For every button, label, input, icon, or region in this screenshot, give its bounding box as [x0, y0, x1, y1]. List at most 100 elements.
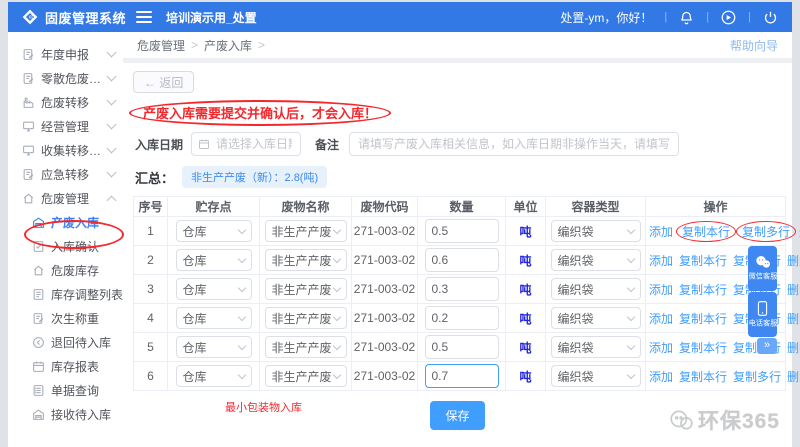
hamburger-menu-icon[interactable] — [136, 8, 152, 26]
waste-code: 271-003-02 — [351, 274, 418, 304]
storage-select[interactable]: 仓库 — [175, 336, 252, 358]
container-type-select[interactable]: 编织袋 — [550, 249, 641, 271]
action-复制本行-link[interactable]: 复制本行 — [679, 254, 727, 268]
sidebar-item-1[interactable]: 零散危废收集填报 — [8, 66, 123, 90]
top-bar: 固废管理系统 培训演示用_处置 处置-ym，你好！ | | | — [8, 2, 792, 32]
monitor-icon — [23, 121, 34, 131]
quantity-input[interactable] — [424, 277, 499, 301]
table-row: 6 仓库非生产产废271-003-02 吨编织袋添加复制本行复制多行删除 — [133, 361, 800, 391]
sidebar-subitem-6[interactable]: 库存报表 — [8, 354, 123, 378]
action-复制多行-link[interactable]: 复制多行 — [742, 225, 790, 239]
container-type-select[interactable]: 编织袋 — [550, 278, 641, 300]
action-添加-link[interactable]: 添加 — [649, 341, 673, 355]
wechat-service-button[interactable]: 微信客服 — [748, 246, 777, 291]
app-title: 固废管理系统 — [44, 10, 126, 26]
action-复制本行-link[interactable]: 复制本行 — [679, 283, 727, 297]
workspace-tab[interactable]: 培训演示用_处置 — [166, 9, 257, 26]
container-type-select[interactable]: 编织袋 — [550, 336, 641, 358]
sidebar-subitem-4[interactable]: 次生称重 — [8, 306, 123, 330]
action-复制多行-link[interactable]: 复制多行 — [733, 370, 781, 384]
save-button[interactable]: 保存 — [430, 401, 485, 430]
column-header: 数量 — [417, 196, 506, 217]
sidebar-subitem-7[interactable]: 单据查询 — [8, 378, 123, 402]
quantity-input[interactable] — [424, 335, 499, 359]
action-复制本行-link[interactable]: 复制本行 — [679, 312, 727, 326]
sidebar-subitem-5[interactable]: 退回待入库 — [8, 330, 123, 354]
quantity-input[interactable] — [424, 364, 499, 388]
doc-edit-icon — [23, 72, 34, 84]
table-row: 1 仓库非生产产废271-003-02 吨编织袋添加复制本行复制多行删除 — [133, 216, 800, 246]
action-复制本行-link[interactable]: 复制本行 — [679, 341, 727, 355]
storage-select[interactable]: 仓库 — [175, 307, 252, 329]
sidebar-item-0[interactable]: 年度申报 — [8, 42, 123, 66]
sidebar-subitem-8[interactable]: 接收待入库 — [8, 402, 123, 426]
storage-select[interactable]: 仓库 — [175, 249, 252, 271]
waste-name-select[interactable]: 非生产产废 — [264, 365, 347, 387]
quantity-input[interactable] — [424, 219, 499, 243]
action-删除-link[interactable]: 删除 — [787, 312, 800, 326]
waste-code: 271-003-02 — [351, 216, 418, 246]
remark-input[interactable] — [349, 132, 680, 156]
storage-select[interactable]: 仓库 — [175, 220, 252, 242]
watermark: 环保365 — [668, 405, 780, 435]
quantity-input[interactable] — [424, 306, 499, 330]
waste-code: 271-003-02 — [351, 361, 418, 391]
action-删除-link[interactable]: 删除 — [787, 283, 800, 297]
chevron-down-icon — [626, 341, 635, 350]
sidebar-subitem-0[interactable]: 产废入库 — [8, 210, 123, 234]
quantity-input[interactable] — [424, 248, 499, 272]
row-actions: 添加复制本行复制多行删除 — [645, 361, 800, 391]
waste-name-select[interactable]: 非生产产废 — [264, 220, 347, 242]
unit-value: 吨 — [505, 216, 546, 246]
broadcast-icon[interactable] — [721, 10, 736, 25]
waste-name-select[interactable]: 非生产产废 — [264, 249, 347, 271]
action-删除-link[interactable]: 删除 — [787, 341, 800, 355]
unit-value: 吨 — [505, 361, 546, 391]
storage-select[interactable]: 仓库 — [175, 278, 252, 300]
row-index: 6 — [133, 361, 168, 391]
storage-select[interactable]: 仓库 — [175, 365, 252, 387]
action-复制本行-link[interactable]: 复制本行 — [679, 370, 727, 384]
user-greeting: 处置-ym，你好！ — [560, 10, 653, 25]
action-删除-link[interactable]: 删除 — [787, 370, 800, 384]
phone-service-button[interactable]: 电话客服 — [748, 292, 777, 337]
chevron-down-icon — [237, 312, 246, 321]
notice-annotation-circle: 产废入库需要提交并确认后，才会入库！ — [129, 100, 392, 126]
sidebar-item-2[interactable]: 危废转移 — [8, 90, 123, 114]
sidebar-item-3[interactable]: 经营管理 — [8, 114, 123, 138]
sidebar-subitem-2[interactable]: 危废库存 — [8, 258, 123, 282]
action-复制本行-link[interactable]: 复制本行 — [682, 225, 730, 239]
action-删除-link[interactable]: 删除 — [787, 254, 800, 268]
action-添加-link[interactable]: 添加 — [649, 283, 673, 297]
breadcrumb-item-0[interactable]: 危废管理 — [137, 37, 185, 54]
waste-name-select[interactable]: 非生产产废 — [264, 278, 347, 300]
sidebar-subitem-1[interactable]: 入库确认 — [8, 234, 123, 258]
sidebar-item-4[interactable]: 收集转移联单 — [8, 138, 123, 162]
action-添加-link[interactable]: 添加 — [649, 370, 673, 384]
sidebar-item-label: 危废转移 — [41, 95, 90, 110]
action-添加-link[interactable]: 添加 — [649, 254, 673, 268]
breadcrumb: 危废管理 > 产废入库 > 帮助向导 — [123, 32, 792, 58]
help-guide-link[interactable]: 帮助向导 — [730, 37, 778, 54]
action-添加-link[interactable]: 添加 — [649, 225, 673, 239]
waste-name-select[interactable]: 非生产产废 — [264, 336, 347, 358]
action-添加-link[interactable]: 添加 — [649, 312, 673, 326]
power-icon[interactable] — [763, 10, 778, 25]
column-header: 废物名称 — [259, 196, 352, 217]
container-type-select[interactable]: 编织袋 — [550, 307, 641, 329]
sidebar-item-5[interactable]: 应急转移 — [8, 162, 123, 186]
breadcrumb-item-1[interactable]: 产废入库 — [204, 37, 252, 54]
brand: 固废管理系统 — [8, 8, 126, 27]
bell-icon[interactable] — [679, 10, 694, 25]
container-type-select[interactable]: 编织袋 — [550, 220, 641, 242]
app-window: 固废管理系统 培训演示用_处置 处置-ym，你好！ | | | 年度申报 零散危… — [8, 2, 800, 447]
waste-name-select[interactable]: 非生产产废 — [264, 307, 347, 329]
collapse-services-button[interactable]: » — [757, 338, 777, 354]
container-type-select[interactable]: 编织袋 — [550, 365, 641, 387]
back-button[interactable]: ← 返回 — [133, 71, 195, 93]
sidebar-subitem-3[interactable]: 库存调整列表 — [8, 282, 123, 306]
unit-value: 吨 — [505, 274, 546, 304]
sidebar-item-6[interactable]: 危废管理 — [8, 186, 123, 210]
chevron-up-icon — [106, 195, 117, 205]
main-area: 危废管理 > 产废入库 > 帮助向导 ← 返回 产废入库需要提交并确认后，才会入库！ … — [123, 32, 800, 447]
